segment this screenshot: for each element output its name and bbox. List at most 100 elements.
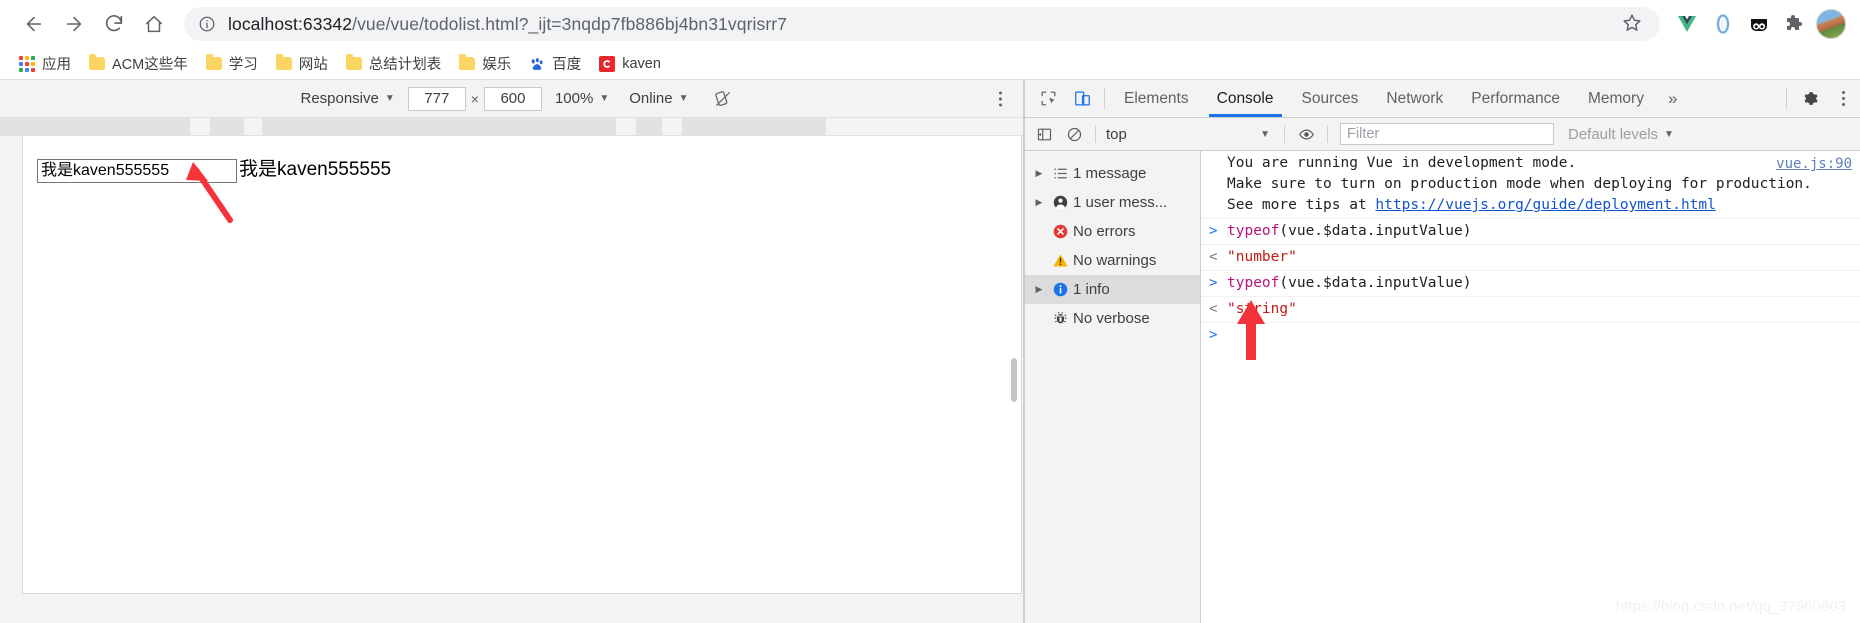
more-tabs-icon[interactable]: » [1658, 80, 1687, 117]
sidebar-item-verbose[interactable]: No verbose [1025, 304, 1200, 333]
network-throttle-selector[interactable]: Online ▼ [619, 90, 698, 107]
sidebar-item-errors[interactable]: No errors [1025, 217, 1200, 246]
site-info-icon[interactable] [198, 15, 216, 33]
command-keyword: typeof [1227, 275, 1280, 291]
device-toolbar: Responsive ▼ 777 × 600 100% ▼ Online ▼ [0, 80, 1023, 118]
console-command-2[interactable]: > typeof(vue.$data.inputValue) [1201, 271, 1860, 297]
devtools-menu-icon[interactable] [1826, 80, 1860, 117]
bookmark-kaven[interactable]: kaven [590, 51, 670, 77]
sidebar-item-messages[interactable]: ▶ 1 message [1025, 159, 1200, 188]
more-tabs-label: » [1667, 88, 1678, 108]
filter-placeholder: Filter [1347, 126, 1380, 142]
back-button[interactable] [14, 4, 54, 44]
apps-grid-icon [19, 55, 35, 72]
address-path: /vue/vue/todolist.html?_ijt=3nqdp7fb886b… [352, 13, 788, 34]
bookmark-entertainment[interactable]: 娱乐 [450, 51, 520, 77]
bookmark-sites[interactable]: 网站 [267, 51, 337, 77]
console-sidebar-icon[interactable] [1029, 126, 1059, 143]
bookmarks-bar: 应用 ACM这些年 学习 网站 总结计划表 娱乐 百度 kaven [0, 48, 1860, 80]
chevron-right-icon[interactable]: ▶ [1031, 197, 1047, 208]
console-filter-input[interactable]: Filter [1340, 123, 1554, 145]
console-info-line1: You are running Vue in development mode. [1227, 155, 1577, 171]
live-expression-icon[interactable] [1291, 126, 1321, 143]
forward-button[interactable] [54, 4, 94, 44]
viewport-width-input[interactable]: 777 [407, 86, 466, 111]
chevron-down-icon: ▼ [1664, 128, 1674, 140]
viewport-resize-handle[interactable] [1011, 357, 1017, 402]
bookmark-acm[interactable]: ACM这些年 [80, 51, 197, 77]
todo-echo-text: 我是kaven555555 [239, 159, 392, 180]
sidebar-item-label: 1 user mess... [1073, 194, 1168, 211]
filterbar-divider [1095, 125, 1096, 143]
blue-ring-icon[interactable] [1708, 9, 1738, 39]
device-toolbar-icon[interactable] [1065, 80, 1099, 117]
tab-label: Elements [1124, 89, 1189, 107]
execution-context-selector[interactable]: top ▼ [1102, 126, 1278, 143]
chevron-right-icon[interactable]: ▶ [1031, 284, 1047, 295]
console-command-1[interactable]: > typeof(vue.$data.inputValue) [1201, 219, 1860, 245]
zoom-selector[interactable]: 100% ▼ [545, 90, 619, 107]
rotate-icon[interactable] [713, 89, 733, 109]
address-host: localhost:63342 [228, 13, 353, 34]
log-levels-selector[interactable]: Default levels ▼ [1568, 126, 1674, 143]
dimension-separator: × [470, 90, 479, 107]
command-rest: (vue.$data.inputValue) [1279, 223, 1472, 239]
gear-icon[interactable] [1792, 80, 1826, 117]
device-viewport-area: 我是kaven555555 我是kaven555555 [0, 136, 1023, 623]
tab-elements[interactable]: Elements [1110, 80, 1203, 117]
puzzle-extensions-icon[interactable] [1780, 9, 1810, 39]
viewport-ruler [0, 118, 1023, 136]
address-bar[interactable]: localhost:63342/vue/vue/todolist.html?_i… [184, 7, 1660, 41]
page-pane: Responsive ▼ 777 × 600 100% ▼ Online ▼ 我… [0, 80, 1024, 623]
sidebar-item-warnings[interactable]: No warnings [1025, 246, 1200, 275]
bookmark-label: 应用 [42, 57, 71, 73]
filterbar-divider [1284, 125, 1285, 143]
todo-input[interactable]: 我是kaven555555 [37, 159, 237, 183]
console-result-1[interactable]: < "number" [1201, 245, 1860, 271]
dark-panda-icon[interactable] [1744, 9, 1774, 39]
chevron-down-icon: ▼ [678, 93, 689, 104]
todo-row: 我是kaven555555 我是kaven555555 [23, 136, 1021, 183]
toolbar-divider [1786, 88, 1787, 109]
vue-devtools-icon[interactable] [1672, 9, 1702, 39]
console-prompt[interactable]: > [1201, 323, 1860, 383]
log-levels-value: Default levels [1568, 125, 1659, 143]
bookmark-apps[interactable]: 应用 [10, 51, 80, 77]
tab-sources[interactable]: Sources [1288, 80, 1373, 117]
sidebar-item-info[interactable]: ▶ 1 info [1025, 275, 1200, 304]
deployment-guide-link[interactable]: https://vuejs.org/guide/deployment.html [1375, 197, 1715, 213]
device-selector[interactable]: Responsive ▼ [290, 90, 404, 107]
console-result-2[interactable]: < "string" [1201, 297, 1860, 323]
result-gutter-icon: < [1209, 301, 1218, 317]
sidebar-item-user-messages[interactable]: ▶ 1 user mess... [1025, 188, 1200, 217]
toolbar-divider [1104, 88, 1105, 109]
bookmark-plans[interactable]: 总结计划表 [337, 51, 451, 77]
console-output[interactable]: vue.js:90 You are running Vue in develop… [1201, 151, 1860, 623]
viewport-height-input[interactable]: 600 [483, 86, 542, 111]
profile-avatar[interactable] [1816, 9, 1846, 39]
info-icon [1047, 281, 1073, 298]
tab-performance[interactable]: Performance [1457, 80, 1574, 117]
bookmark-baidu[interactable]: 百度 [520, 51, 590, 77]
home-button[interactable] [134, 4, 174, 44]
console-message-source[interactable]: vue.js:90 [1776, 154, 1852, 175]
inspect-element-icon[interactable] [1031, 80, 1065, 117]
result-gutter-icon: < [1209, 249, 1218, 265]
device-name: Responsive [300, 90, 379, 107]
tab-label: Console [1216, 89, 1274, 107]
chevron-right-icon[interactable]: ▶ [1031, 168, 1047, 179]
clear-console-icon[interactable] [1059, 126, 1089, 143]
bookmark-star-icon[interactable] [1620, 11, 1646, 37]
watermark: https://blog.csdn.net/qq_37960603 [1615, 598, 1846, 615]
address-bar-text: localhost:63342/vue/vue/todolist.html?_i… [228, 14, 787, 35]
csdn-red-icon [599, 55, 616, 72]
bookmark-study[interactable]: 学习 [197, 51, 267, 77]
tab-network[interactable]: Network [1372, 80, 1457, 117]
console-message-info[interactable]: vue.js:90 You are running Vue in develop… [1201, 151, 1860, 219]
reload-button[interactable] [94, 4, 134, 44]
tab-memory[interactable]: Memory [1574, 80, 1658, 117]
browser-toolbar: localhost:63342/vue/vue/todolist.html?_i… [0, 0, 1860, 48]
tab-console[interactable]: Console [1203, 80, 1288, 117]
tab-label: Performance [1471, 89, 1560, 107]
device-toolbar-menu[interactable] [991, 91, 1009, 106]
